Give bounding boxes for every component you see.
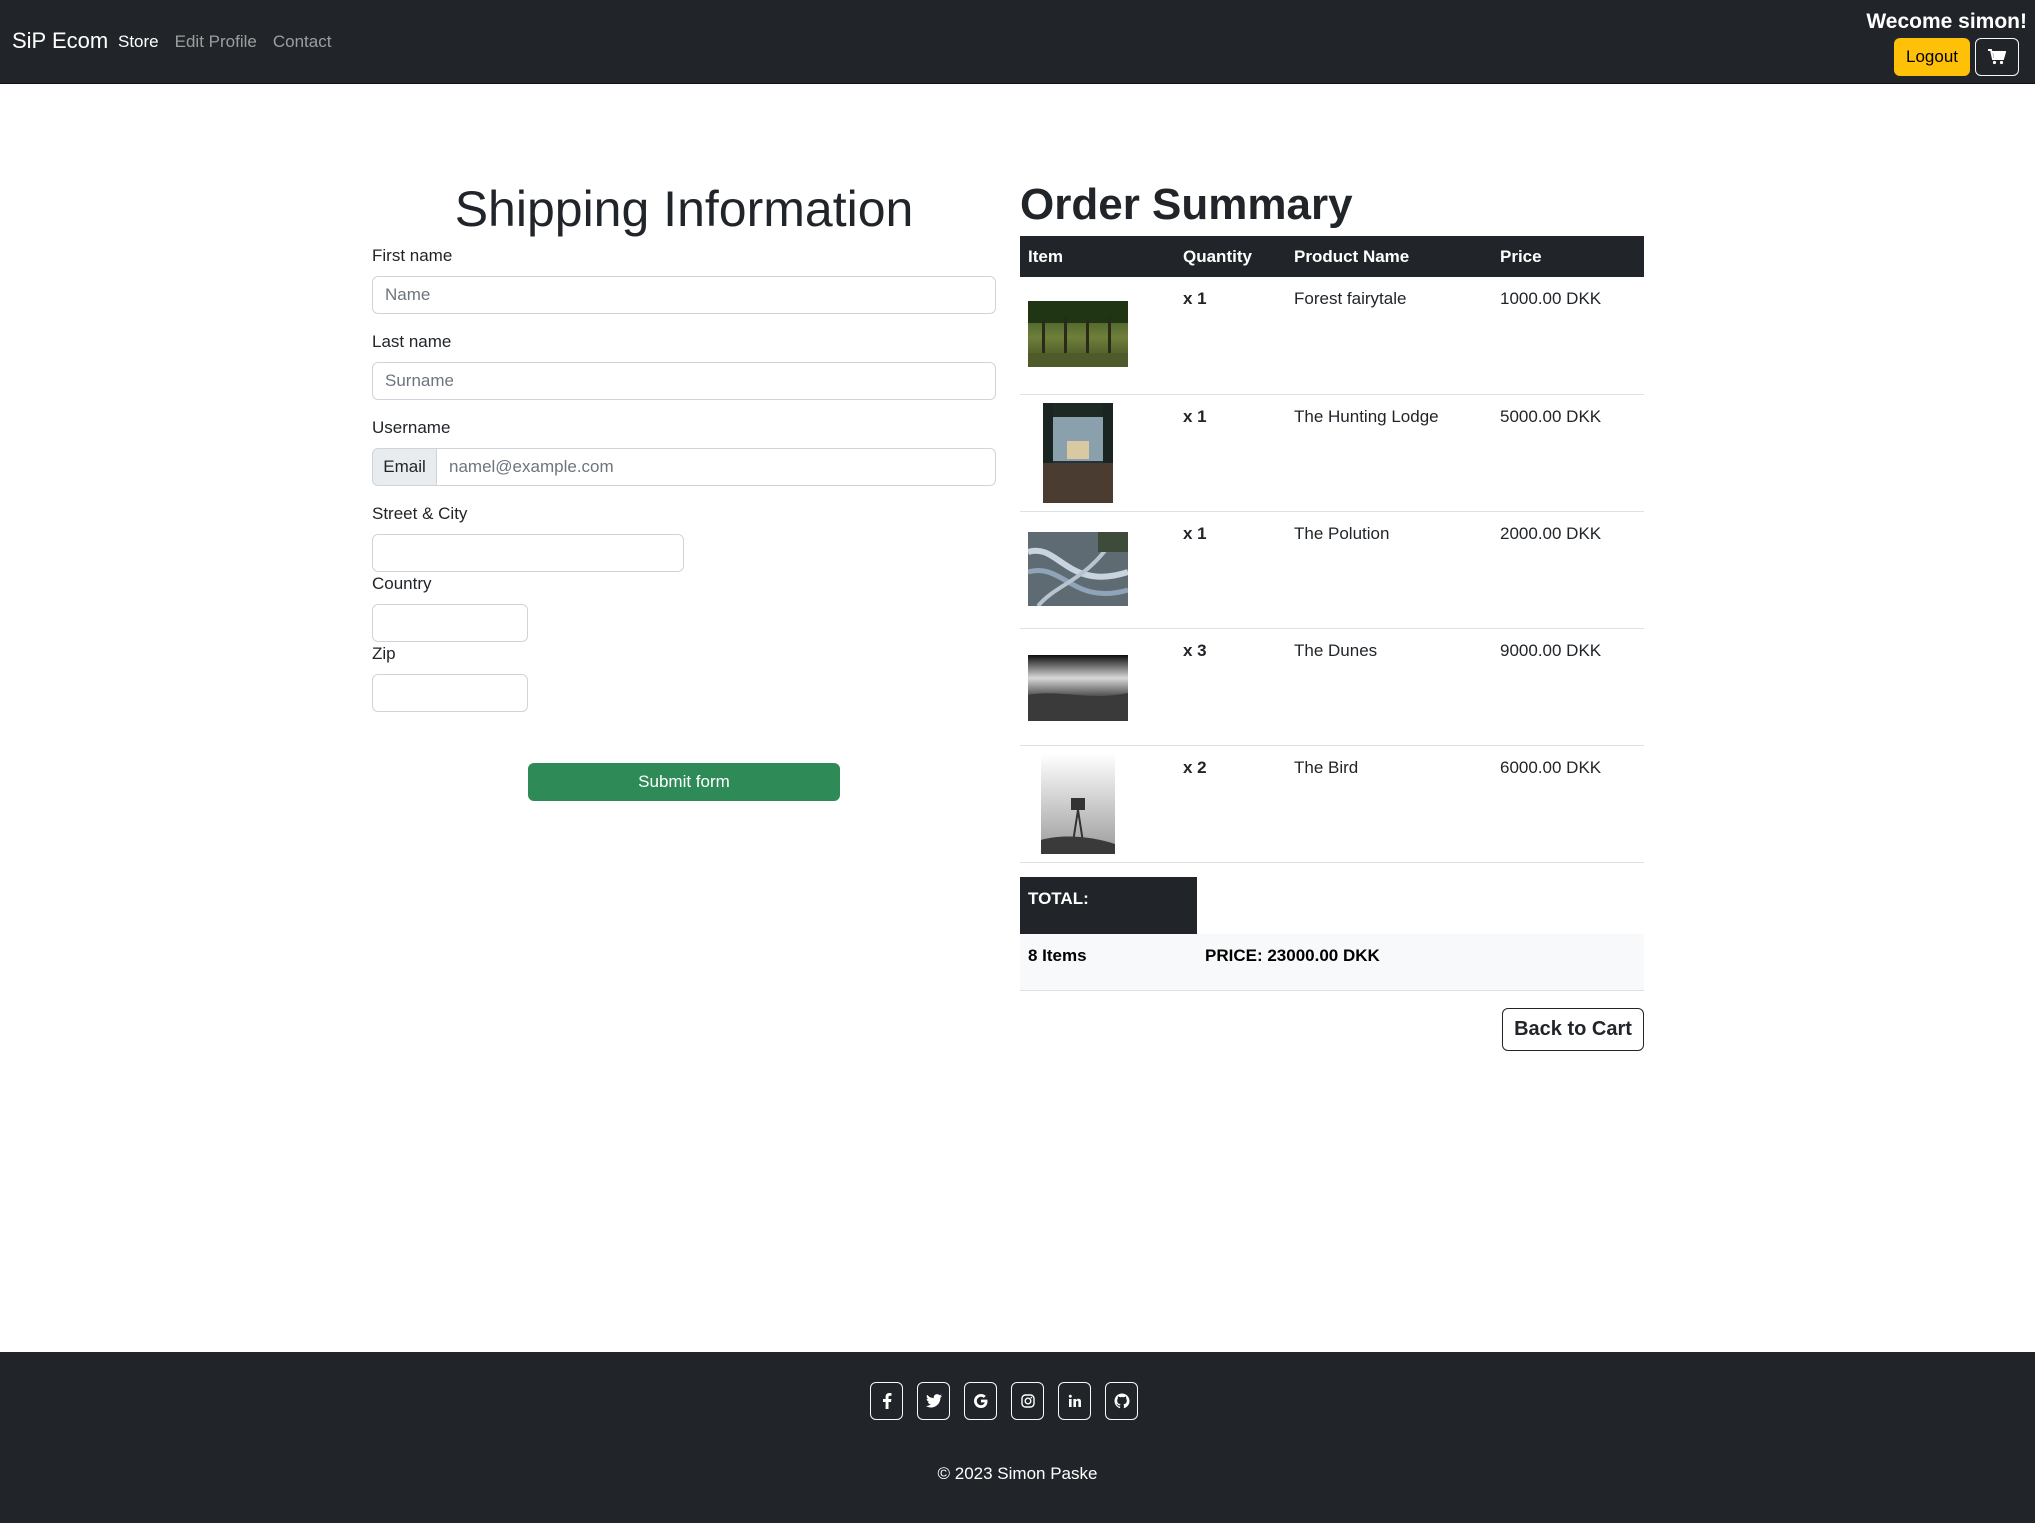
dunes-image xyxy=(1028,654,1128,721)
table-row: x 1 The Polution 2000.00 DKK xyxy=(1020,511,1644,629)
back-to-cart-button[interactable]: Back to Cart xyxy=(1502,1008,1644,1051)
item-price: 6000.00 DKK xyxy=(1492,745,1644,863)
last-name-label: Last name xyxy=(372,332,452,351)
nav-links: Store Edit Profile Contact xyxy=(118,32,331,52)
email-addon: Email xyxy=(372,448,437,486)
item-name: The Polution xyxy=(1286,511,1492,629)
header-quantity: Quantity xyxy=(1175,236,1286,277)
item-price: 5000.00 DKK xyxy=(1492,394,1644,512)
email-input[interactable] xyxy=(437,448,996,486)
instagram-button[interactable] xyxy=(1011,1382,1044,1420)
bird-image xyxy=(1041,753,1115,854)
lodge-image xyxy=(1043,402,1113,503)
item-name: Forest fairytale xyxy=(1286,277,1492,395)
logout-button[interactable]: Logout xyxy=(1894,38,1970,76)
google-icon xyxy=(973,1394,987,1408)
instagram-icon xyxy=(1020,1394,1035,1408)
table-row: x 1 The Hunting Lodge 5000.00 DKK xyxy=(1020,394,1644,512)
header-product-name: Product Name xyxy=(1286,236,1492,277)
nav-link-store[interactable]: Store xyxy=(118,32,159,52)
table-row: x 1 Forest fairytale 1000.00 DKK xyxy=(1020,277,1644,395)
order-table: Item Quantity Product Name Price x 1 For… xyxy=(1020,236,1644,863)
cart-icon xyxy=(1988,49,2006,65)
last-name-input[interactable] xyxy=(372,362,996,400)
table-row: x 2 The Bird 6000.00 DKK xyxy=(1020,745,1644,863)
item-name: The Hunting Lodge xyxy=(1286,394,1492,512)
total-row: 8 Items PRICE: 23000.00 DKK xyxy=(1020,934,1644,991)
welcome-message: Wecome simon! xyxy=(1866,10,2027,33)
order-table-header: Item Quantity Product Name Price xyxy=(1020,236,1644,277)
item-quantity: x 2 xyxy=(1175,745,1286,863)
order-summary-title: Order Summary xyxy=(1020,180,1353,229)
facebook-icon xyxy=(882,1393,891,1409)
item-price: 1000.00 DKK xyxy=(1492,277,1644,395)
first-name-label: First name xyxy=(372,246,453,265)
street-city-input[interactable] xyxy=(372,534,684,572)
facebook-button[interactable] xyxy=(870,1382,903,1420)
polution-image xyxy=(1028,531,1128,606)
username-label: Username xyxy=(372,418,451,437)
copyright-text: © 2023 Simon Paske xyxy=(937,1464,1098,1483)
item-quantity: x 1 xyxy=(1175,277,1286,395)
item-price: 9000.00 DKK xyxy=(1492,628,1644,746)
header-price: Price xyxy=(1492,236,1644,277)
shipping-title: Shipping Information xyxy=(454,181,914,237)
header-item: Item xyxy=(1020,236,1175,277)
item-name: The Bird xyxy=(1286,745,1492,863)
zip-input[interactable] xyxy=(372,674,528,712)
email-input-group: Email xyxy=(372,448,996,486)
item-name: The Dunes xyxy=(1286,628,1492,746)
zip-label: Zip xyxy=(372,644,396,663)
footer: © 2023 Simon Paske xyxy=(0,1352,2035,1523)
nav-link-contact[interactable]: Contact xyxy=(273,32,332,52)
country-label: Country xyxy=(372,574,432,593)
google-button[interactable] xyxy=(964,1382,997,1420)
total-items: 8 Items xyxy=(1028,946,1087,965)
total-label: TOTAL: xyxy=(1020,877,1197,934)
item-quantity: x 3 xyxy=(1175,628,1286,746)
total-price: PRICE: 23000.00 DKK xyxy=(1205,946,1380,965)
item-price: 2000.00 DKK xyxy=(1492,511,1644,629)
first-name-input[interactable] xyxy=(372,276,996,314)
navbar: SiP Ecom Store Edit Profile Contact Weco… xyxy=(0,0,2035,84)
nav-link-edit-profile[interactable]: Edit Profile xyxy=(175,32,257,52)
street-city-label: Street & City xyxy=(372,504,468,523)
github-button[interactable] xyxy=(1105,1382,1138,1420)
cart-button[interactable] xyxy=(1975,38,2019,76)
forest-image xyxy=(1028,301,1128,367)
github-icon xyxy=(1114,1393,1129,1409)
linkedin-button[interactable] xyxy=(1058,1382,1091,1420)
country-input[interactable] xyxy=(372,604,528,642)
twitter-icon xyxy=(925,1394,942,1408)
linkedin-icon xyxy=(1068,1394,1081,1407)
item-quantity: x 1 xyxy=(1175,511,1286,629)
table-row: x 3 The Dunes 9000.00 DKK xyxy=(1020,628,1644,746)
twitter-button[interactable] xyxy=(917,1382,950,1420)
social-links xyxy=(870,1382,1138,1420)
item-quantity: x 1 xyxy=(1175,394,1286,512)
submit-form-button[interactable]: Submit form xyxy=(528,763,840,801)
brand-logo[interactable]: SiP Ecom xyxy=(12,28,108,54)
